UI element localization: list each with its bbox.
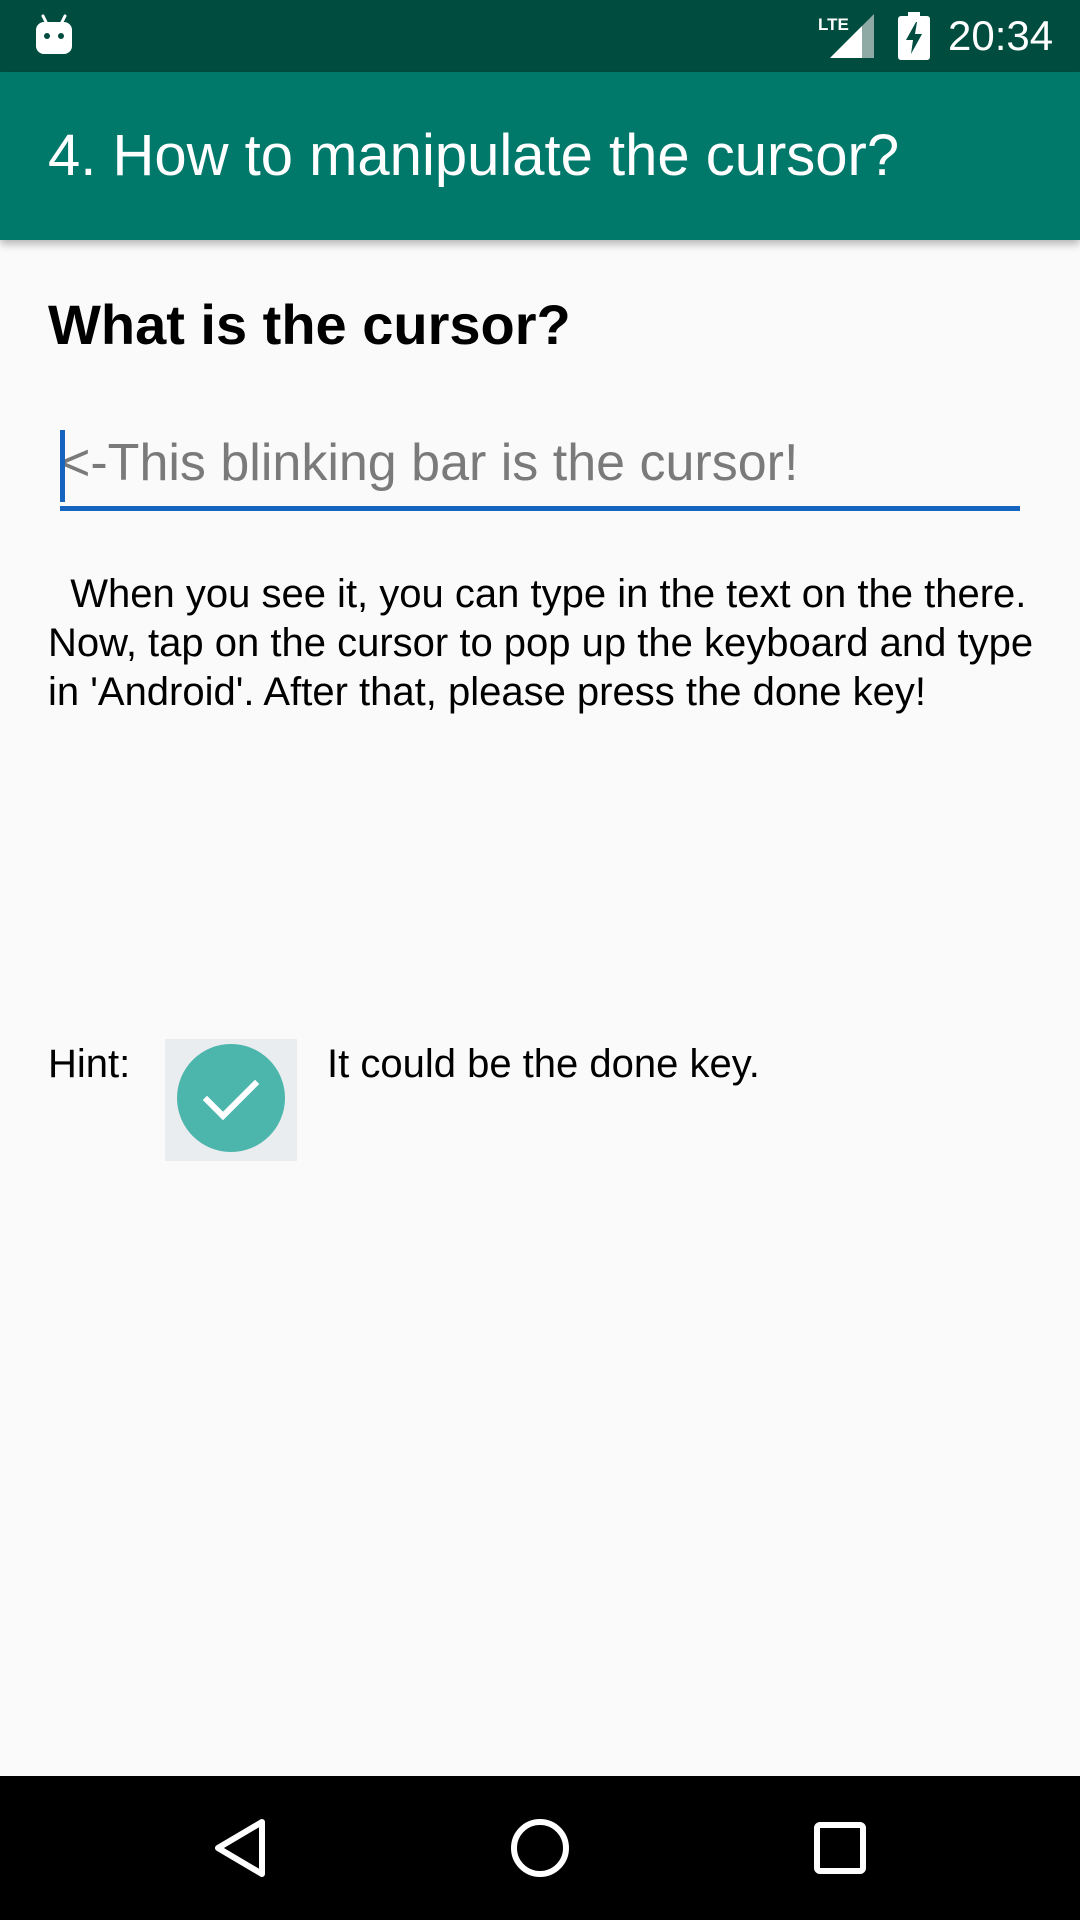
section-heading: What is the cursor?	[48, 293, 571, 356]
recents-icon	[814, 1822, 866, 1874]
app-bar: 4. How to manipulate the cursor?	[0, 72, 1080, 240]
done-check-icon	[177, 1044, 285, 1152]
hint-label: Hint:	[48, 1042, 131, 1086]
home-button[interactable]	[490, 1798, 590, 1898]
navigation-bar	[0, 1776, 1080, 1920]
instructions-text: When you see it, you can type in the tex…	[48, 572, 1045, 714]
input-placeholder: <-This blinking bar is the cursor!	[60, 434, 799, 492]
status-clock: 20:34	[948, 12, 1054, 59]
lte-signal-icon: LTE	[818, 14, 874, 58]
text-cursor	[60, 430, 65, 502]
svg-text:LTE: LTE	[818, 15, 849, 34]
hint-text: It could be the done key.	[327, 1042, 760, 1086]
back-button[interactable]	[190, 1798, 290, 1898]
page-title: 4. How to manipulate the cursor?	[48, 123, 900, 188]
home-icon	[511, 1819, 569, 1877]
main-content: What is the cursor? <-This blinking bar …	[0, 240, 1080, 1776]
android-debug-icon	[36, 14, 72, 54]
hint-image	[165, 1039, 297, 1161]
cursor-text-input[interactable]: <-This blinking bar is the cursor!	[60, 420, 1020, 511]
battery-charging-icon	[898, 12, 930, 60]
recents-button[interactable]	[790, 1798, 890, 1898]
back-icon	[215, 1819, 265, 1877]
status-bar: LTE 20:34	[0, 0, 1080, 72]
